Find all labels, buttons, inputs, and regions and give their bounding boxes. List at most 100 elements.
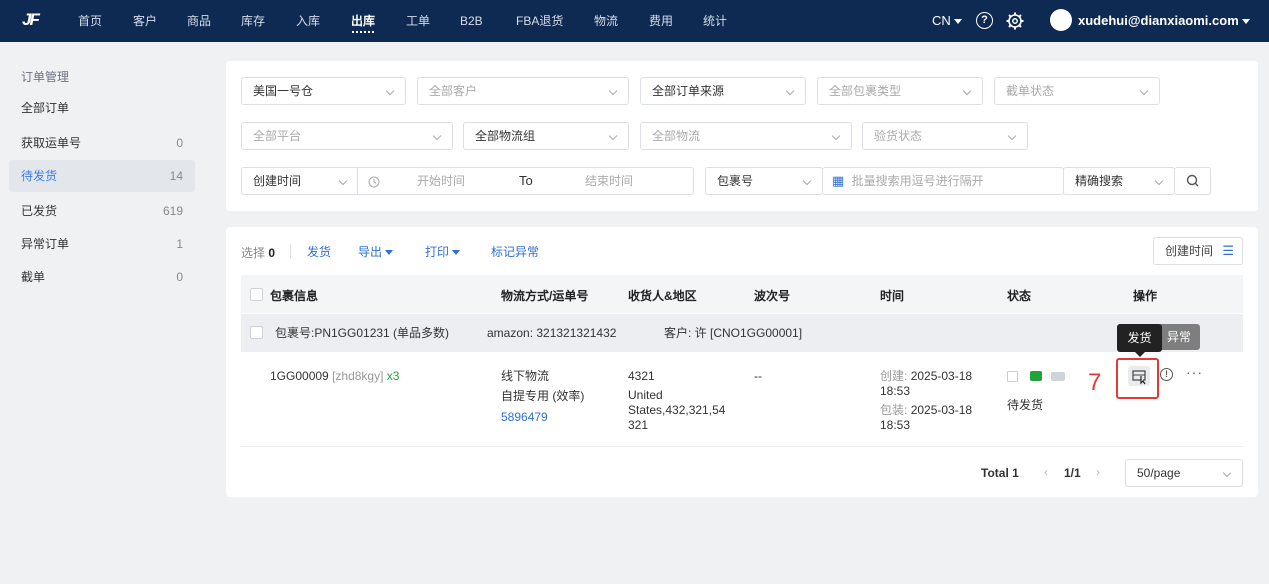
package-number: 包裹号:PN1GG01231 (单品多数) — [275, 326, 450, 340]
select-count: 0 — [268, 246, 276, 260]
sidebar-item-shipped[interactable]: 已发货 619 — [9, 195, 195, 227]
sidebar-item-count: 619 — [162, 204, 183, 218]
select-value: 全部物流组 — [475, 129, 536, 143]
sidebar-item-count: 0 — [176, 136, 183, 150]
warehouse-select[interactable]: 美国一号仓 — [241, 77, 406, 105]
more-actions-icon[interactable]: ··· — [1186, 364, 1203, 380]
app-logo[interactable]: JF — [22, 10, 52, 32]
nav-fba-returns[interactable]: FBA退货 — [516, 0, 563, 42]
selection-count: 选择 0 — [241, 244, 275, 261]
nav-fees[interactable]: 费用 — [649, 0, 673, 42]
export-button[interactable]: 导出 — [358, 243, 394, 260]
row-checkbox[interactable] — [250, 326, 263, 339]
divider — [357, 168, 358, 194]
print-button[interactable]: 打印 — [425, 243, 461, 260]
exclamation-circle-icon[interactable]: ! — [1160, 368, 1173, 381]
order-source-select[interactable]: 全部订单来源 — [640, 77, 806, 105]
user-avatar[interactable] — [1050, 9, 1072, 31]
tracking-number-link[interactable]: 5896479 — [501, 410, 548, 425]
sort-button[interactable]: 创建时间 ☰ — [1153, 237, 1243, 265]
receiver-name: 4321 — [628, 369, 655, 383]
select-all-checkbox[interactable] — [250, 288, 263, 301]
nav-customers[interactable]: 客户 — [133, 0, 157, 42]
customer-select[interactable]: 全部客户 — [417, 77, 629, 105]
question-circle-icon[interactable]: ? — [976, 12, 993, 29]
ship-tooltip: 发货 — [1117, 324, 1162, 357]
packed-time: 包装: 2025-03-18 — [880, 403, 972, 418]
created-clock: 18:53 — [880, 384, 911, 398]
package-type-select[interactable]: 全部包裹类型 — [817, 77, 983, 105]
search-placeholder: 批量搜索用逗号进行隔开 — [851, 174, 984, 188]
batch-search-input[interactable]: ▦ 批量搜索用逗号进行隔开 — [822, 167, 1064, 195]
search-icon — [1186, 174, 1199, 187]
chevron-down-icon — [962, 86, 972, 96]
ship-action-button[interactable] — [1128, 366, 1150, 386]
customer-info: 客户: 许 [CNO1GG00001] — [664, 326, 803, 340]
nav-products[interactable]: 商品 — [187, 0, 211, 42]
start-time-input[interactable]: 开始时间 — [417, 168, 465, 194]
top-nav: JF 首页 客户 商品 库存 入库 出库 工单 B2B FBA退货 物流 费用 … — [0, 0, 1269, 42]
chevron-down-icon — [831, 131, 841, 141]
nav-home[interactable]: 首页 — [78, 0, 102, 42]
header-time: 时间 — [880, 289, 905, 303]
header-receiver: 收货人&地区 — [628, 289, 697, 303]
nav-work-orders[interactable]: 工单 — [406, 0, 430, 42]
sku: 1GG00009 — [270, 369, 329, 383]
nav-logistics[interactable]: 物流 — [594, 0, 618, 42]
select-value: 全部物流 — [652, 129, 701, 143]
wave-number: -- — [754, 369, 762, 383]
sort-label: 创建时间 — [1165, 244, 1214, 258]
sidebar-item-count: 1 — [176, 237, 183, 251]
header-package-info: 包裹信息 — [270, 289, 319, 303]
created-label: 创建: — [880, 369, 908, 383]
step-annotation: 7 — [1088, 369, 1102, 396]
sidebar-item-all-orders[interactable]: 全部订单 — [9, 92, 195, 124]
prev-page-button[interactable]: ‹ — [1044, 465, 1048, 480]
chevron-down-icon — [1139, 86, 1149, 96]
date-range-picker[interactable]: 创建时间 开始时间 To 结束时间 — [241, 167, 694, 195]
cutoff-status-select[interactable]: 截单状态 — [994, 77, 1160, 105]
ship-button[interactable]: 发货 — [307, 243, 331, 260]
language-selector[interactable]: CN — [932, 0, 962, 42]
inspection-status-select[interactable]: 验货状态 — [862, 122, 1028, 150]
select-value: 截单状态 — [1006, 84, 1055, 98]
nav-inbound[interactable]: 入库 — [296, 0, 320, 42]
logistics-method: 线下物流 — [501, 369, 550, 383]
sidebar-item-pending-shipment[interactable]: 待发货 14 — [9, 160, 195, 192]
gear-icon[interactable] — [1004, 10, 1026, 32]
platform-select[interactable]: 全部平台 — [241, 122, 453, 150]
ship-icon — [1132, 370, 1146, 385]
nav-inventory[interactable]: 库存 — [241, 0, 265, 42]
end-time-input[interactable]: 结束时间 — [585, 168, 633, 194]
sidebar-item-abnormal-orders[interactable]: 异常订单 1 — [9, 228, 195, 260]
logistics-channel: 自提专用 (效率) — [501, 389, 585, 403]
sidebar-item-label: 已发货 — [21, 204, 58, 218]
search-field-select[interactable]: 包裹号 — [705, 167, 823, 195]
nav-statistics[interactable]: 统计 — [703, 0, 727, 42]
document-icon — [1007, 371, 1018, 382]
user-menu[interactable]: xudehui@dianxiaomi.com — [1078, 0, 1250, 42]
next-page-button[interactable]: › — [1096, 465, 1100, 480]
time-type-select[interactable]: 创建时间 — [253, 168, 301, 194]
chevron-down-icon — [338, 176, 348, 186]
clock-icon — [368, 168, 380, 194]
select-value: 全部订单来源 — [652, 84, 725, 98]
language-label: CN — [932, 13, 951, 28]
caret-down-icon — [385, 250, 394, 256]
sidebar-item-get-waybill[interactable]: 获取运单号 0 — [9, 127, 195, 159]
nav-b2b[interactable]: B2B — [460, 0, 483, 42]
caret-down-icon — [1241, 19, 1250, 25]
nav-outbound[interactable]: 出库 — [351, 0, 375, 42]
search-mode-select[interactable]: 精确搜索 — [1063, 167, 1175, 195]
chevron-down-icon — [1154, 176, 1164, 186]
print-label: 打印 — [425, 245, 450, 259]
sidebar-item-cutoff[interactable]: 截单 0 — [9, 261, 195, 293]
sidebar-title: 订单管理 — [21, 70, 70, 84]
search-button[interactable] — [1174, 167, 1211, 195]
page-size-select[interactable]: 50/page — [1125, 459, 1243, 487]
mark-abnormal-button[interactable]: 标记异常 — [491, 243, 539, 260]
page-indicator: 1/1 — [1064, 466, 1081, 480]
logistics-select[interactable]: 全部物流 — [640, 122, 852, 150]
status-badge: 待发货 — [1007, 398, 1044, 412]
logistics-group-select[interactable]: 全部物流组 — [463, 122, 629, 150]
